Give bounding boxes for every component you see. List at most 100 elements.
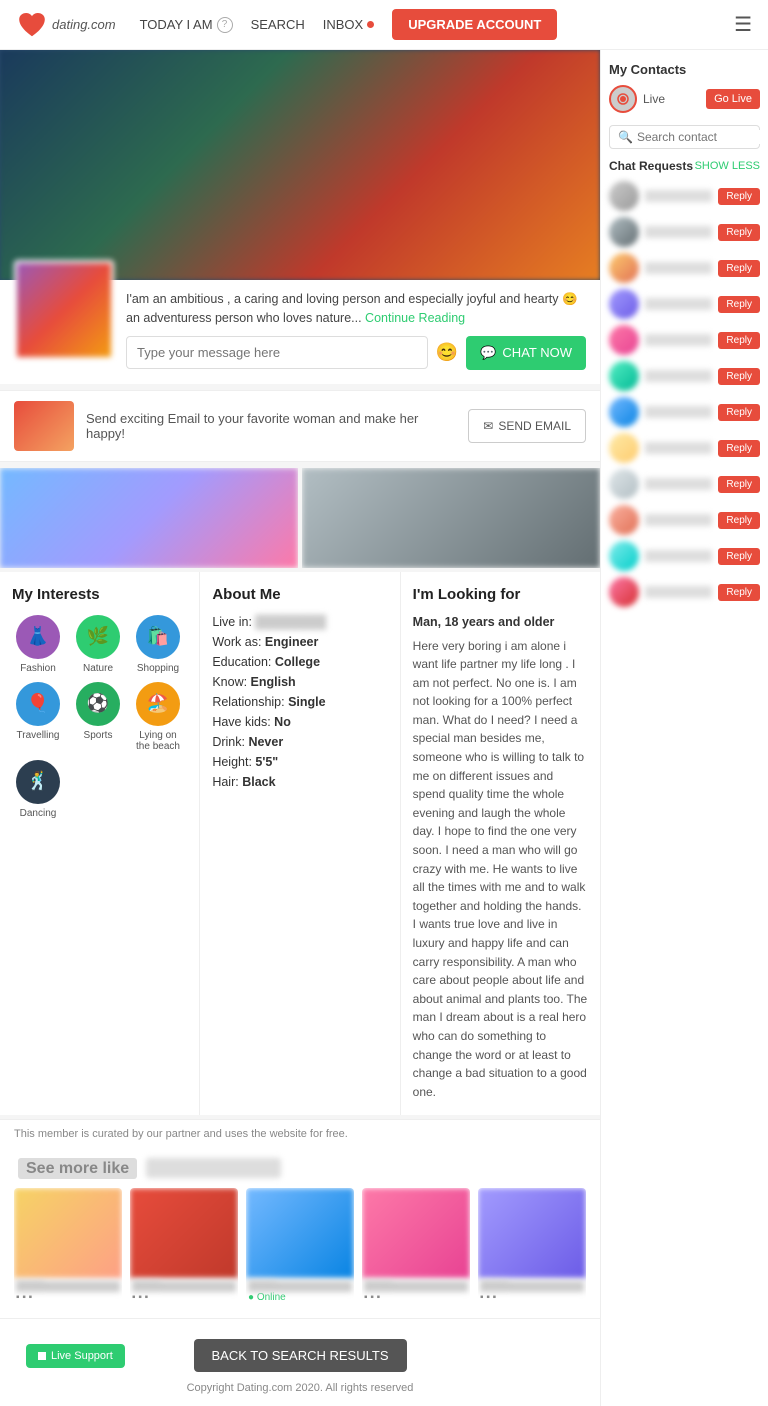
- reply-button-1[interactable]: Reply: [718, 188, 760, 205]
- reply-button-7[interactable]: Reply: [718, 404, 760, 421]
- nav-inbox[interactable]: INBOX: [323, 17, 374, 32]
- logo-text: dating.com: [52, 17, 116, 32]
- my-contacts-title: My Contacts: [609, 62, 760, 77]
- looking-for-text: Here very boring i am alone i want life …: [413, 637, 588, 1102]
- see-more-card-3[interactable]: ████ ● Online: [246, 1188, 354, 1306]
- interest-dancing: 🕺 Dancing: [12, 760, 64, 819]
- emoji-icon[interactable]: 😊: [436, 342, 458, 363]
- email-banner-text: Send exciting Email to your favorite wom…: [86, 411, 456, 441]
- banner-image: [0, 50, 600, 280]
- live-text: Live: [643, 92, 700, 106]
- footer-bottom: Live Support BACK TO SEARCH RESULTS: [12, 1331, 588, 1376]
- send-email-button[interactable]: ✉ SEND EMAIL: [468, 409, 586, 443]
- about-work: Work as: Engineer: [212, 635, 387, 649]
- see-more-title: See more like ████████████: [14, 1160, 586, 1178]
- live-support-button[interactable]: Live Support: [26, 1344, 125, 1368]
- reply-button-4[interactable]: Reply: [718, 296, 760, 313]
- see-more-image-4: [362, 1188, 470, 1278]
- see-more-card-5[interactable]: ████ ▪ ▪ ▪: [478, 1188, 586, 1306]
- sidebar-live-row: Live Go Live: [609, 85, 760, 113]
- chat-request-item-5: ████████ Reply: [609, 325, 760, 355]
- see-more-info-1: ████ ▪ ▪ ▪: [14, 1278, 122, 1306]
- see-more-card-1[interactable]: ████ ▪ ▪ ▪: [14, 1188, 122, 1306]
- search-icon: 🔍: [618, 130, 633, 144]
- reply-button-3[interactable]: Reply: [718, 260, 760, 277]
- about-hair: Hair: Black: [212, 775, 387, 789]
- interest-nature: 🌿 Nature: [72, 615, 124, 674]
- go-live-button[interactable]: Go Live: [706, 89, 760, 109]
- reply-button-6[interactable]: Reply: [718, 368, 760, 385]
- photo-strip-image-1: [0, 468, 298, 568]
- interests-grid: 👗 Fashion 🌿 Nature 🛍️ Shopping 🎈 Travell…: [12, 615, 187, 819]
- main-content: I'am an ambitious , a caring and loving …: [0, 50, 600, 1406]
- reply-button-10[interactable]: Reply: [718, 512, 760, 529]
- message-input[interactable]: [126, 336, 428, 369]
- chat-request-item-1: ████████ Reply: [609, 181, 760, 211]
- search-contact-input[interactable]: [637, 130, 768, 144]
- see-more-section: See more like ████████████ ████ ▪ ▪ ▪ ██…: [0, 1148, 600, 1318]
- about-height: Height: 5'5": [212, 755, 387, 769]
- beach-icon: 🏖️: [136, 682, 180, 726]
- chat-request-item-7: ████████ Reply: [609, 397, 760, 427]
- chat-name-11: ████████: [645, 550, 712, 562]
- nav-today-i-am[interactable]: TODAY I AM ?: [140, 17, 233, 33]
- photo-strip-item-1[interactable]: [0, 468, 298, 568]
- chat-avatar-6: [609, 361, 639, 391]
- travelling-icon: 🎈: [16, 682, 60, 726]
- profile-banner: [0, 50, 600, 280]
- about-section: About Me Live in: ████████ Work as: Engi…: [200, 572, 400, 1116]
- nav-search[interactable]: SEARCH: [251, 17, 305, 32]
- profile-info-row: I'am an ambitious , a caring and loving …: [0, 280, 600, 384]
- chat-request-item-2: ████████ Reply: [609, 217, 760, 247]
- chat-requests-header: Chat Requests SHOW LESS: [609, 159, 760, 173]
- see-more-card-4[interactable]: ████ ▪ ▪ ▪: [362, 1188, 470, 1306]
- shopping-icon: 🛍️: [136, 615, 180, 659]
- reply-button-5[interactable]: Reply: [718, 332, 760, 349]
- reply-button-2[interactable]: Reply: [718, 224, 760, 241]
- profile-thumbnail-image: [17, 263, 111, 357]
- reply-button-12[interactable]: Reply: [718, 584, 760, 601]
- chat-name-3: ████████: [645, 262, 712, 274]
- radio-icon: [616, 92, 630, 106]
- reply-button-8[interactable]: Reply: [718, 440, 760, 457]
- dancing-icon: 🕺: [16, 760, 60, 804]
- chat-name-6: ████████: [645, 370, 712, 382]
- chat-avatar-1: [609, 181, 639, 211]
- show-less-link[interactable]: SHOW LESS: [695, 160, 760, 172]
- see-more-grid: ████ ▪ ▪ ▪ ████ ▪ ▪ ▪ ████ ● Online: [14, 1188, 586, 1306]
- chat-icon: 💬: [480, 345, 496, 361]
- profile-text: I'am an ambitious , a caring and loving …: [126, 290, 586, 370]
- see-more-image-3: [246, 1188, 354, 1278]
- interest-beach: 🏖️ Lying on the beach: [132, 682, 184, 752]
- reply-button-11[interactable]: Reply: [718, 548, 760, 565]
- chat-request-item-12: ████████ Reply: [609, 577, 760, 607]
- live-indicator: [609, 85, 637, 113]
- fashion-icon: 👗: [16, 615, 60, 659]
- photo-strip: [0, 468, 600, 568]
- chat-avatar-12: [609, 577, 639, 607]
- looking-for-subtitle: Man, 18 years and older: [413, 615, 588, 629]
- reply-button-9[interactable]: Reply: [718, 476, 760, 493]
- see-more-image-1: [14, 1188, 122, 1278]
- back-to-search-button[interactable]: BACK TO SEARCH RESULTS: [194, 1339, 407, 1372]
- chat-request-item-10: ████████ Reply: [609, 505, 760, 535]
- chat-name-9: ████████: [645, 478, 712, 490]
- footer-bar: Live Support BACK TO SEARCH RESULTS Copy…: [0, 1318, 600, 1406]
- upgrade-account-button[interactable]: UPGRADE ACCOUNT: [392, 9, 557, 40]
- continue-reading-link[interactable]: Continue Reading: [365, 311, 465, 325]
- question-icon: ?: [217, 17, 233, 33]
- see-more-info-3: ████ ● Online: [246, 1278, 354, 1306]
- photo-strip-item-2[interactable]: [302, 468, 600, 568]
- chat-name-4: ████████: [645, 298, 712, 310]
- see-more-card-2[interactable]: ████ ▪ ▪ ▪: [130, 1188, 238, 1306]
- envelope-icon: ✉: [483, 419, 493, 433]
- hamburger-menu-icon[interactable]: ☰: [734, 12, 752, 37]
- chat-name-10: ████████: [645, 514, 712, 526]
- chat-requests-title: Chat Requests: [609, 159, 693, 173]
- nature-icon: 🌿: [76, 615, 120, 659]
- chat-avatar-11: [609, 541, 639, 571]
- logo: dating.com: [16, 9, 116, 41]
- chat-name-7: ████████: [645, 406, 712, 418]
- header: dating.com TODAY I AM ? SEARCH INBOX UPG…: [0, 0, 768, 50]
- chat-now-button[interactable]: 💬 CHAT NOW: [466, 336, 586, 370]
